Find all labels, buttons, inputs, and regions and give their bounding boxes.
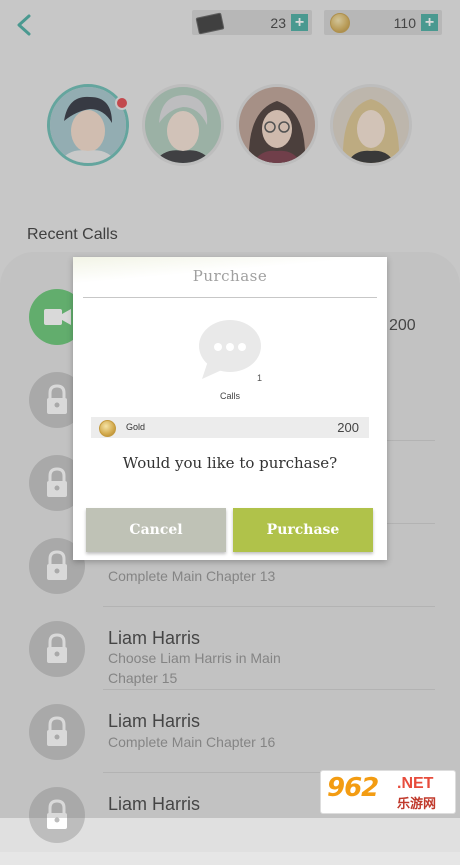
watermark-suffix: .NET: [397, 775, 434, 792]
purchase-dialog: Purchase 1 Calls Gold 200 Would you like…: [73, 257, 387, 560]
dialog-title: Purchase: [192, 267, 268, 285]
title-divider: [83, 297, 377, 298]
site-watermark-logo: 962 .NET 乐游网: [320, 770, 456, 814]
chat-bubble-icon: [199, 320, 261, 379]
confirm-question: Would you like to purchase?: [122, 454, 338, 472]
gold-coin-icon: [99, 420, 116, 437]
price-bar: Gold 200: [91, 417, 369, 438]
watermark-number: 962: [327, 773, 379, 803]
currency-label: Gold: [126, 422, 146, 432]
item-count: 1: [257, 373, 263, 383]
cancel-button[interactable]: Cancel: [86, 508, 226, 552]
price-value: 200: [337, 420, 359, 435]
purchase-button[interactable]: Purchase: [233, 508, 373, 552]
item-name: Calls: [219, 391, 240, 401]
watermark-chinese: 乐游网: [397, 796, 437, 811]
